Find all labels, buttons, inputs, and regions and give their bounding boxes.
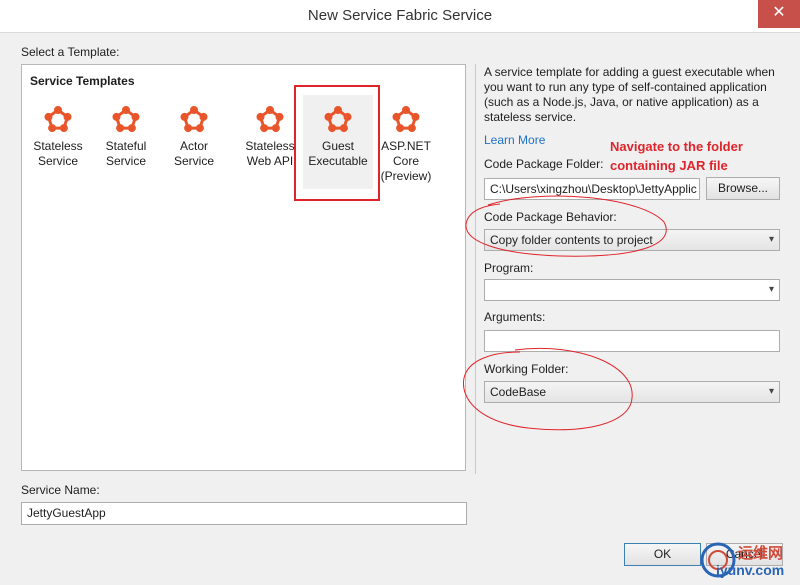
browse-button[interactable]: Browse... [706,177,780,200]
close-button[interactable]: ✕ [758,0,800,28]
template-item[interactable]: Stateless Web API [235,95,305,189]
service-fabric-icon [112,106,140,133]
arguments-label: Arguments: [484,310,546,324]
service-fabric-icon [324,106,352,133]
template-item-label: Guest Executable [308,139,368,168]
template-item[interactable]: Stateful Service [91,95,161,189]
watermark-logo: 运维网 iyunv.com [698,538,798,582]
template-item-label: ASP.NET Core (Preview) [380,139,432,183]
watermark-text-cn: 运维网 [738,545,784,562]
close-icon: ✕ [772,4,786,21]
code-package-behavior-select[interactable]: Copy folder contents to project ▾ [484,229,780,251]
service-fabric-icon [256,106,284,133]
code-package-folder-input[interactable]: C:\Users\xingzhou\Desktop\JettyApplic [484,178,700,200]
working-folder-select[interactable]: CodeBase ▾ [484,381,780,403]
service-name-label: Service Name: [21,483,100,497]
service-fabric-icon [392,106,420,133]
code-package-behavior-value: Copy folder contents to project [490,233,653,247]
template-item-label: Stateless Service [33,139,83,168]
template-item[interactable]: Stateless Service [23,95,93,189]
templates-heading: Service Templates [30,74,135,88]
template-item[interactable]: Guest Executable [303,95,373,189]
select-template-label: Select a Template: [21,45,120,59]
code-package-folder-label: Code Package Folder: [484,157,604,171]
chevron-down-icon: ▾ [768,386,774,397]
code-package-behavior-label: Code Package Behavior: [484,210,617,224]
template-item-label: Actor Service [173,139,214,168]
ok-button[interactable]: OK [624,543,701,566]
title-bar: New Service Fabric Service ✕ [0,0,800,33]
service-fabric-icon [180,106,208,133]
working-folder-label: Working Folder: [484,362,569,376]
template-item[interactable]: ASP.NET Core (Preview) [371,95,441,189]
window-title: New Service Fabric Service [307,7,493,24]
program-label: Program: [484,261,534,275]
template-item[interactable]: Actor Service [159,95,229,189]
program-select[interactable]: ▾ [484,279,780,301]
template-panel: Service Templates Stateless Service State… [21,64,466,471]
chevron-down-icon: ▾ [768,234,774,245]
learn-more-link[interactable]: Learn More [484,133,545,147]
template-description: A service template for adding a guest ex… [484,65,775,124]
service-name-input[interactable]: JettyGuestApp [21,502,467,525]
arguments-input[interactable] [484,330,780,352]
service-fabric-icon [44,106,72,133]
chevron-down-icon: ▾ [768,284,774,295]
template-item-label: Stateless Web API [245,139,295,168]
annotation-note: Navigate to the folder containing JAR fi… [610,139,743,173]
template-item-label: Stateful Service [105,139,147,168]
working-folder-value: CodeBase [490,385,547,399]
panel-divider [475,64,476,474]
watermark-text-domain: iyunv.com [716,562,785,578]
